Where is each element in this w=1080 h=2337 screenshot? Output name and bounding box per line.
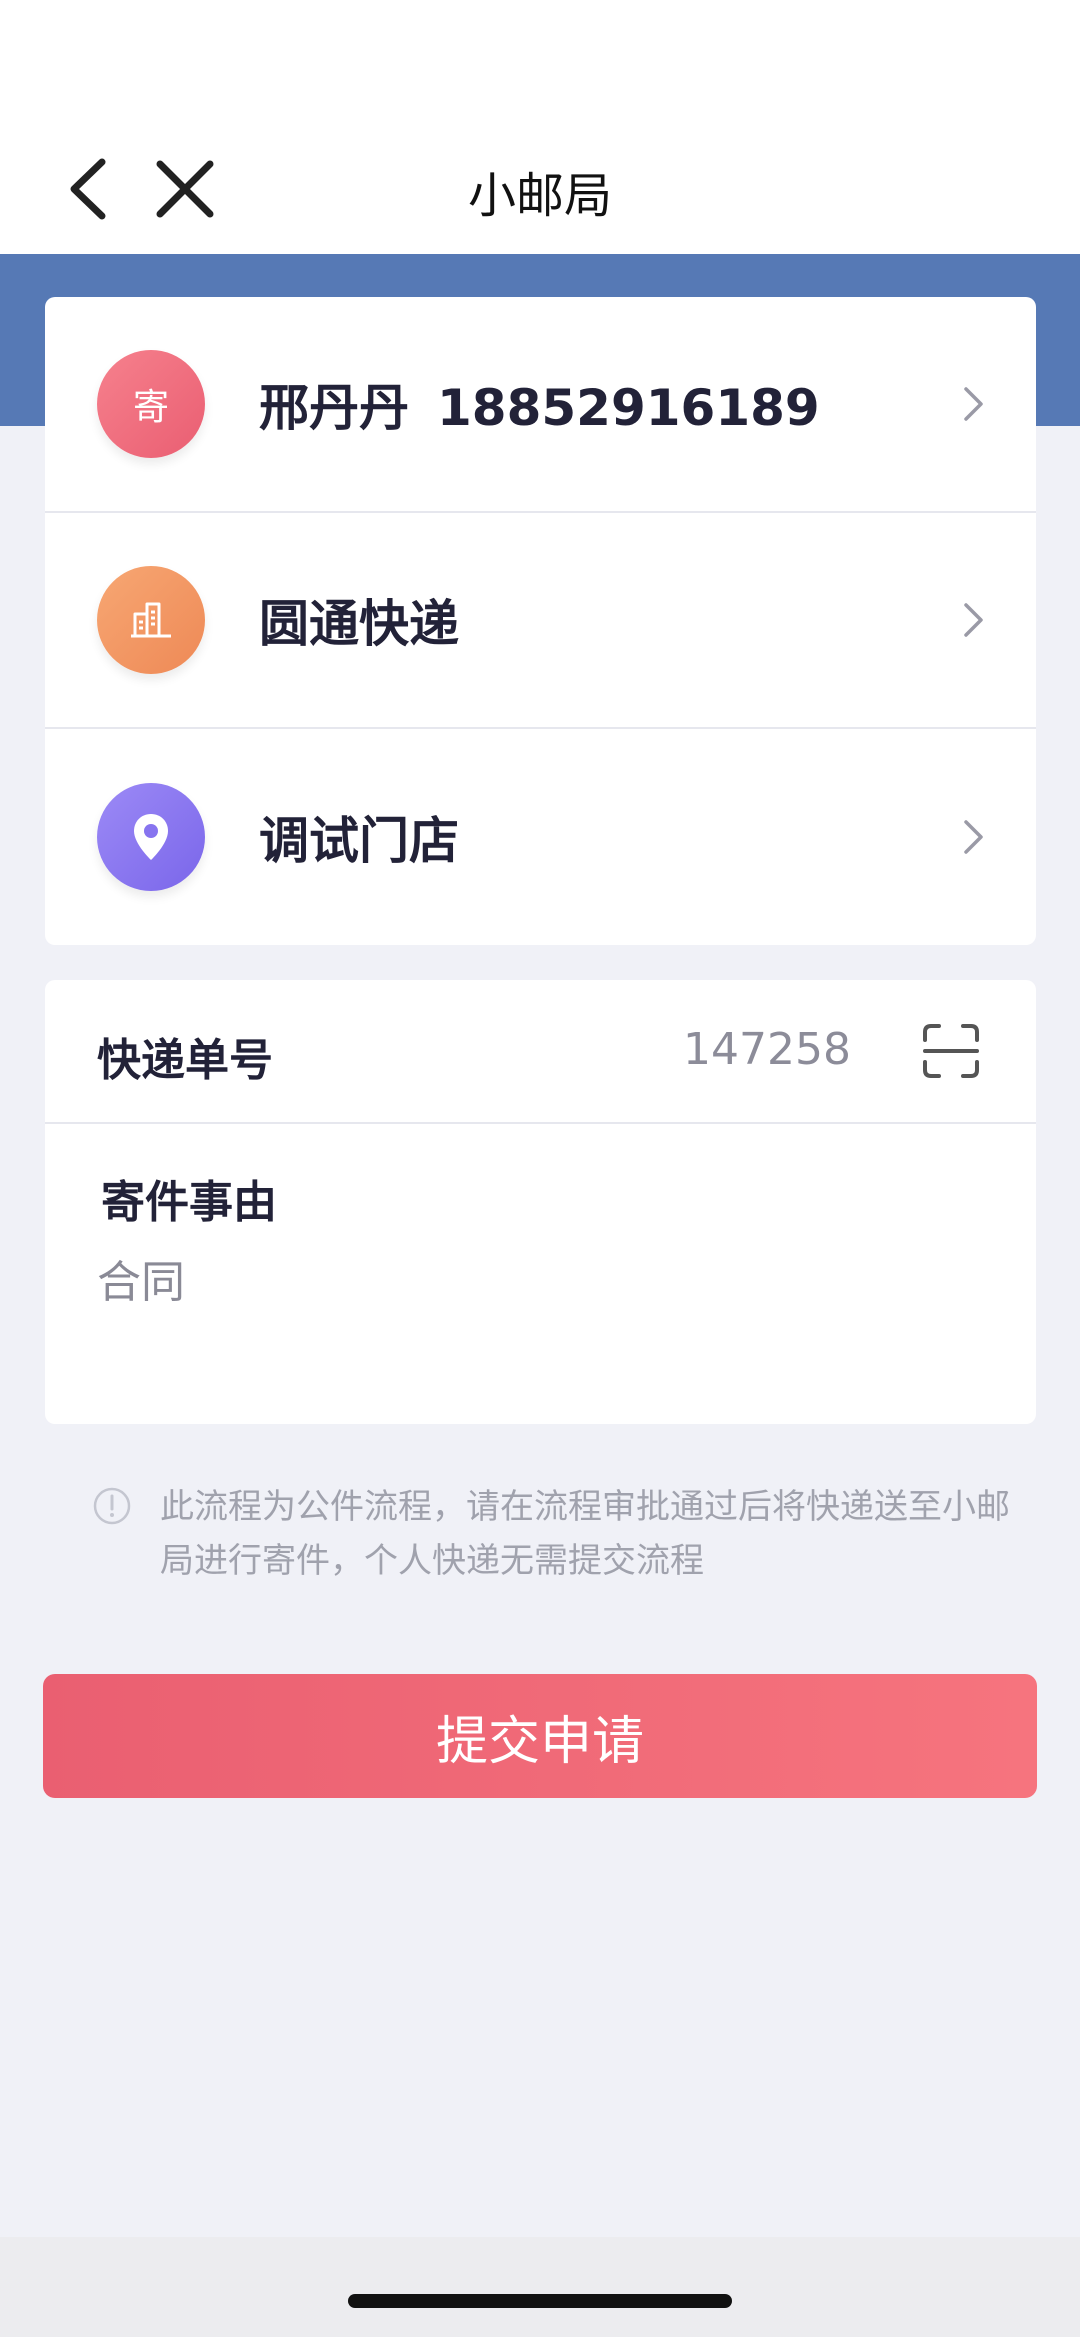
- tracking-number-label: 快递单号: [97, 1035, 273, 1086]
- notice-text: 此流程为公件流程，请在流程审批通过后将快递送至小邮局进行寄件，个人快递无需提交流…: [160, 1487, 1010, 1581]
- sender-row[interactable]: 寄 邢丹丹 18852916189: [45, 297, 1036, 513]
- chevron-right-icon: [964, 603, 983, 637]
- top-navigation-bar: 小邮局: [0, 0, 1080, 254]
- courier-name: 圆通快递: [259, 595, 459, 653]
- sender-name: 邢丹丹: [259, 379, 409, 437]
- courier-row[interactable]: 圆通快递: [45, 513, 1036, 729]
- sender-phone: 18852916189: [437, 379, 820, 437]
- submit-button[interactable]: 提交申请: [43, 1674, 1037, 1798]
- tracking-number-row: 快递单号 147258: [45, 980, 1036, 1124]
- selection-card: 寄 邢丹丹 18852916189 圆通快递 调试门店: [45, 297, 1036, 945]
- sender-icon: 寄: [97, 350, 205, 458]
- sender-info: 邢丹丹 18852916189: [259, 368, 820, 440]
- tracking-number-input[interactable]: 147258: [551, 1024, 851, 1075]
- reason-textarea[interactable]: 合同: [97, 1246, 185, 1310]
- sender-icon-label: 寄: [132, 387, 169, 428]
- info-icon: [93, 1487, 131, 1525]
- bottom-safe-area: [0, 2237, 1080, 2337]
- building-icon: [97, 566, 205, 674]
- store-name: 调试门店: [259, 812, 459, 870]
- location-pin-icon: [97, 783, 205, 891]
- scan-icon[interactable]: [921, 1022, 981, 1080]
- reason-label: 寄件事由: [101, 1177, 277, 1228]
- store-row[interactable]: 调试门店: [45, 729, 1036, 945]
- page-title: 小邮局: [467, 168, 612, 224]
- form-card: 快递单号 147258 寄件事由 合同: [45, 980, 1036, 1424]
- chevron-right-icon: [964, 820, 983, 854]
- home-indicator: [348, 2294, 732, 2308]
- chevron-right-icon: [964, 387, 983, 421]
